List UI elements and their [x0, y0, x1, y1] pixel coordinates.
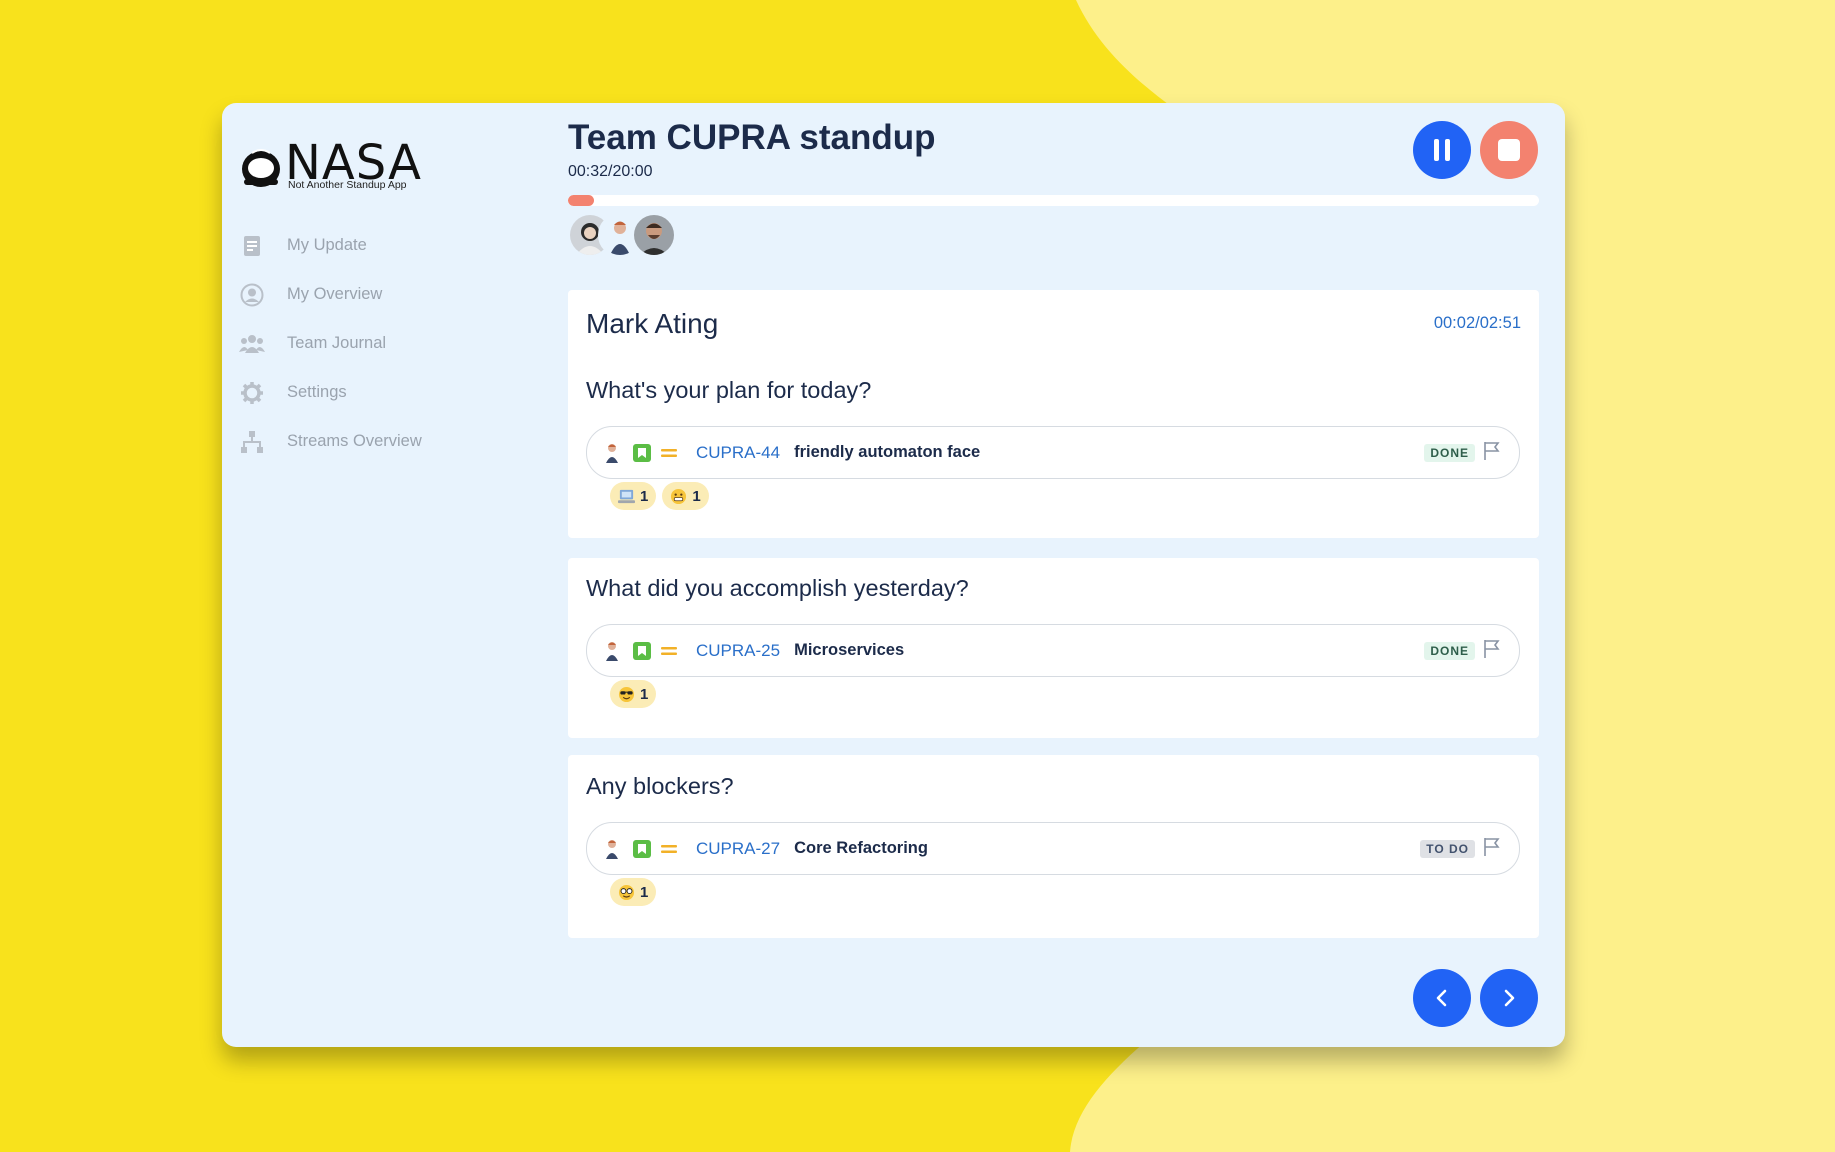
- pause-button[interactable]: [1413, 121, 1471, 179]
- app-logo[interactable]: NASA Not Another Standup App: [239, 135, 435, 193]
- question-title: What's your plan for today?: [586, 377, 872, 403]
- priority-medium-icon: [660, 642, 678, 660]
- flag-icon[interactable]: [1483, 639, 1501, 659]
- reaction-chip[interactable]: 1: [610, 680, 657, 708]
- flag-icon[interactable]: [1483, 441, 1501, 461]
- reaction-chip[interactable]: 1: [610, 878, 657, 906]
- issue-key-link[interactable]: CUPRA-44: [696, 443, 780, 463]
- reaction-count: 1: [640, 883, 649, 901]
- progress-fill: [568, 195, 595, 206]
- assignee-avatar: [601, 838, 623, 860]
- pause-icon: [1434, 139, 1450, 161]
- grin-emoji-icon: [671, 488, 687, 504]
- sidebar-item-label: My Overview: [287, 285, 383, 303]
- sidebar-item-team-journal[interactable]: Team Journal: [239, 319, 529, 368]
- sidebar-item-settings[interactable]: Settings: [239, 368, 529, 417]
- standup-timer: 00:32/20:00: [568, 163, 653, 180]
- reactions: 1: [610, 680, 657, 708]
- reaction-count: 1: [640, 487, 649, 505]
- avatar[interactable]: [632, 213, 676, 257]
- reaction-count: 1: [692, 487, 701, 505]
- assignee-avatar: [601, 640, 623, 662]
- chevron-left-icon: [1436, 989, 1447, 1007]
- sidebar-item-streams-overview[interactable]: Streams Overview: [239, 417, 529, 466]
- hierarchy-icon: [239, 429, 265, 455]
- document-icon: [239, 233, 265, 259]
- reaction-count: 1: [640, 685, 649, 703]
- reaction-chip[interactable]: 1: [662, 482, 709, 510]
- flag-icon[interactable]: [1483, 837, 1501, 857]
- priority-medium-icon: [660, 444, 678, 462]
- sidebar-item-my-overview[interactable]: My Overview: [239, 270, 529, 319]
- status-badge: TO DO: [1420, 840, 1475, 858]
- astronaut-helmet-icon: [242, 149, 280, 187]
- sidebar-nav: My Update My Overview Team Journal Setti…: [239, 221, 529, 466]
- app-window: NASA Not Another Standup App My Update M…: [222, 103, 1565, 1047]
- page-title: Team CUPRA standup: [568, 118, 936, 157]
- logo-tagline: Not Another Standup App: [288, 179, 407, 191]
- story-icon: [633, 839, 651, 858]
- speaker-timer: 00:02/02:51: [1433, 314, 1521, 332]
- issue-summary: Core Refactoring: [794, 839, 928, 857]
- question-card: What did you accomplish yesterday? CUPRA…: [568, 558, 1539, 738]
- story-icon: [633, 443, 651, 462]
- assignee-avatar: [601, 442, 623, 464]
- stop-button[interactable]: [1480, 121, 1538, 179]
- sunglasses-emoji-icon: [618, 686, 635, 702]
- question-title: Any blockers?: [586, 773, 734, 799]
- issue-summary: friendly automaton face: [794, 443, 981, 461]
- sidebar-item-label: My Update: [287, 236, 367, 254]
- next-button[interactable]: [1480, 969, 1538, 1027]
- standup-progress-bar: [568, 195, 1539, 206]
- status-badge: DONE: [1424, 642, 1475, 660]
- status-badge: DONE: [1424, 444, 1475, 462]
- priority-medium-icon: [660, 840, 678, 858]
- speaker-card: Mark Ating 00:02/02:51 What's your plan …: [568, 290, 1539, 538]
- issue-row[interactable]: CUPRA-25 Microservices DONE: [586, 624, 1520, 677]
- sidebar-item-label: Team Journal: [287, 334, 387, 352]
- question-card: Any blockers? CUPRA-27 Core Refactoring …: [568, 755, 1539, 938]
- question-title: What did you accomplish yesterday?: [586, 575, 969, 601]
- reactions: 1 1: [610, 482, 709, 510]
- issue-key-link[interactable]: CUPRA-25: [696, 641, 780, 661]
- speaker-name: Mark Ating: [586, 308, 719, 339]
- reactions: 1: [610, 878, 657, 906]
- sidebar-item-label: Streams Overview: [287, 432, 422, 450]
- issue-row[interactable]: CUPRA-27 Core Refactoring TO DO: [586, 822, 1520, 875]
- story-icon: [633, 641, 651, 660]
- stop-icon: [1498, 139, 1520, 161]
- computer-emoji-icon: [618, 489, 635, 503]
- gear-icon: [239, 380, 265, 406]
- reaction-chip[interactable]: 1: [610, 482, 657, 510]
- user-circle-icon: [239, 282, 265, 308]
- sidebar-item-my-update[interactable]: My Update: [239, 221, 529, 270]
- issue-key-link[interactable]: CUPRA-27: [696, 839, 780, 859]
- sidebar-item-label: Settings: [287, 383, 347, 401]
- team-icon: [239, 331, 265, 357]
- chevron-right-icon: [1504, 989, 1515, 1007]
- issue-row[interactable]: CUPRA-44 friendly automaton face DONE: [586, 426, 1520, 479]
- previous-button[interactable]: [1413, 969, 1471, 1027]
- nerd-emoji-icon: [618, 884, 635, 900]
- issue-summary: Microservices: [794, 641, 905, 659]
